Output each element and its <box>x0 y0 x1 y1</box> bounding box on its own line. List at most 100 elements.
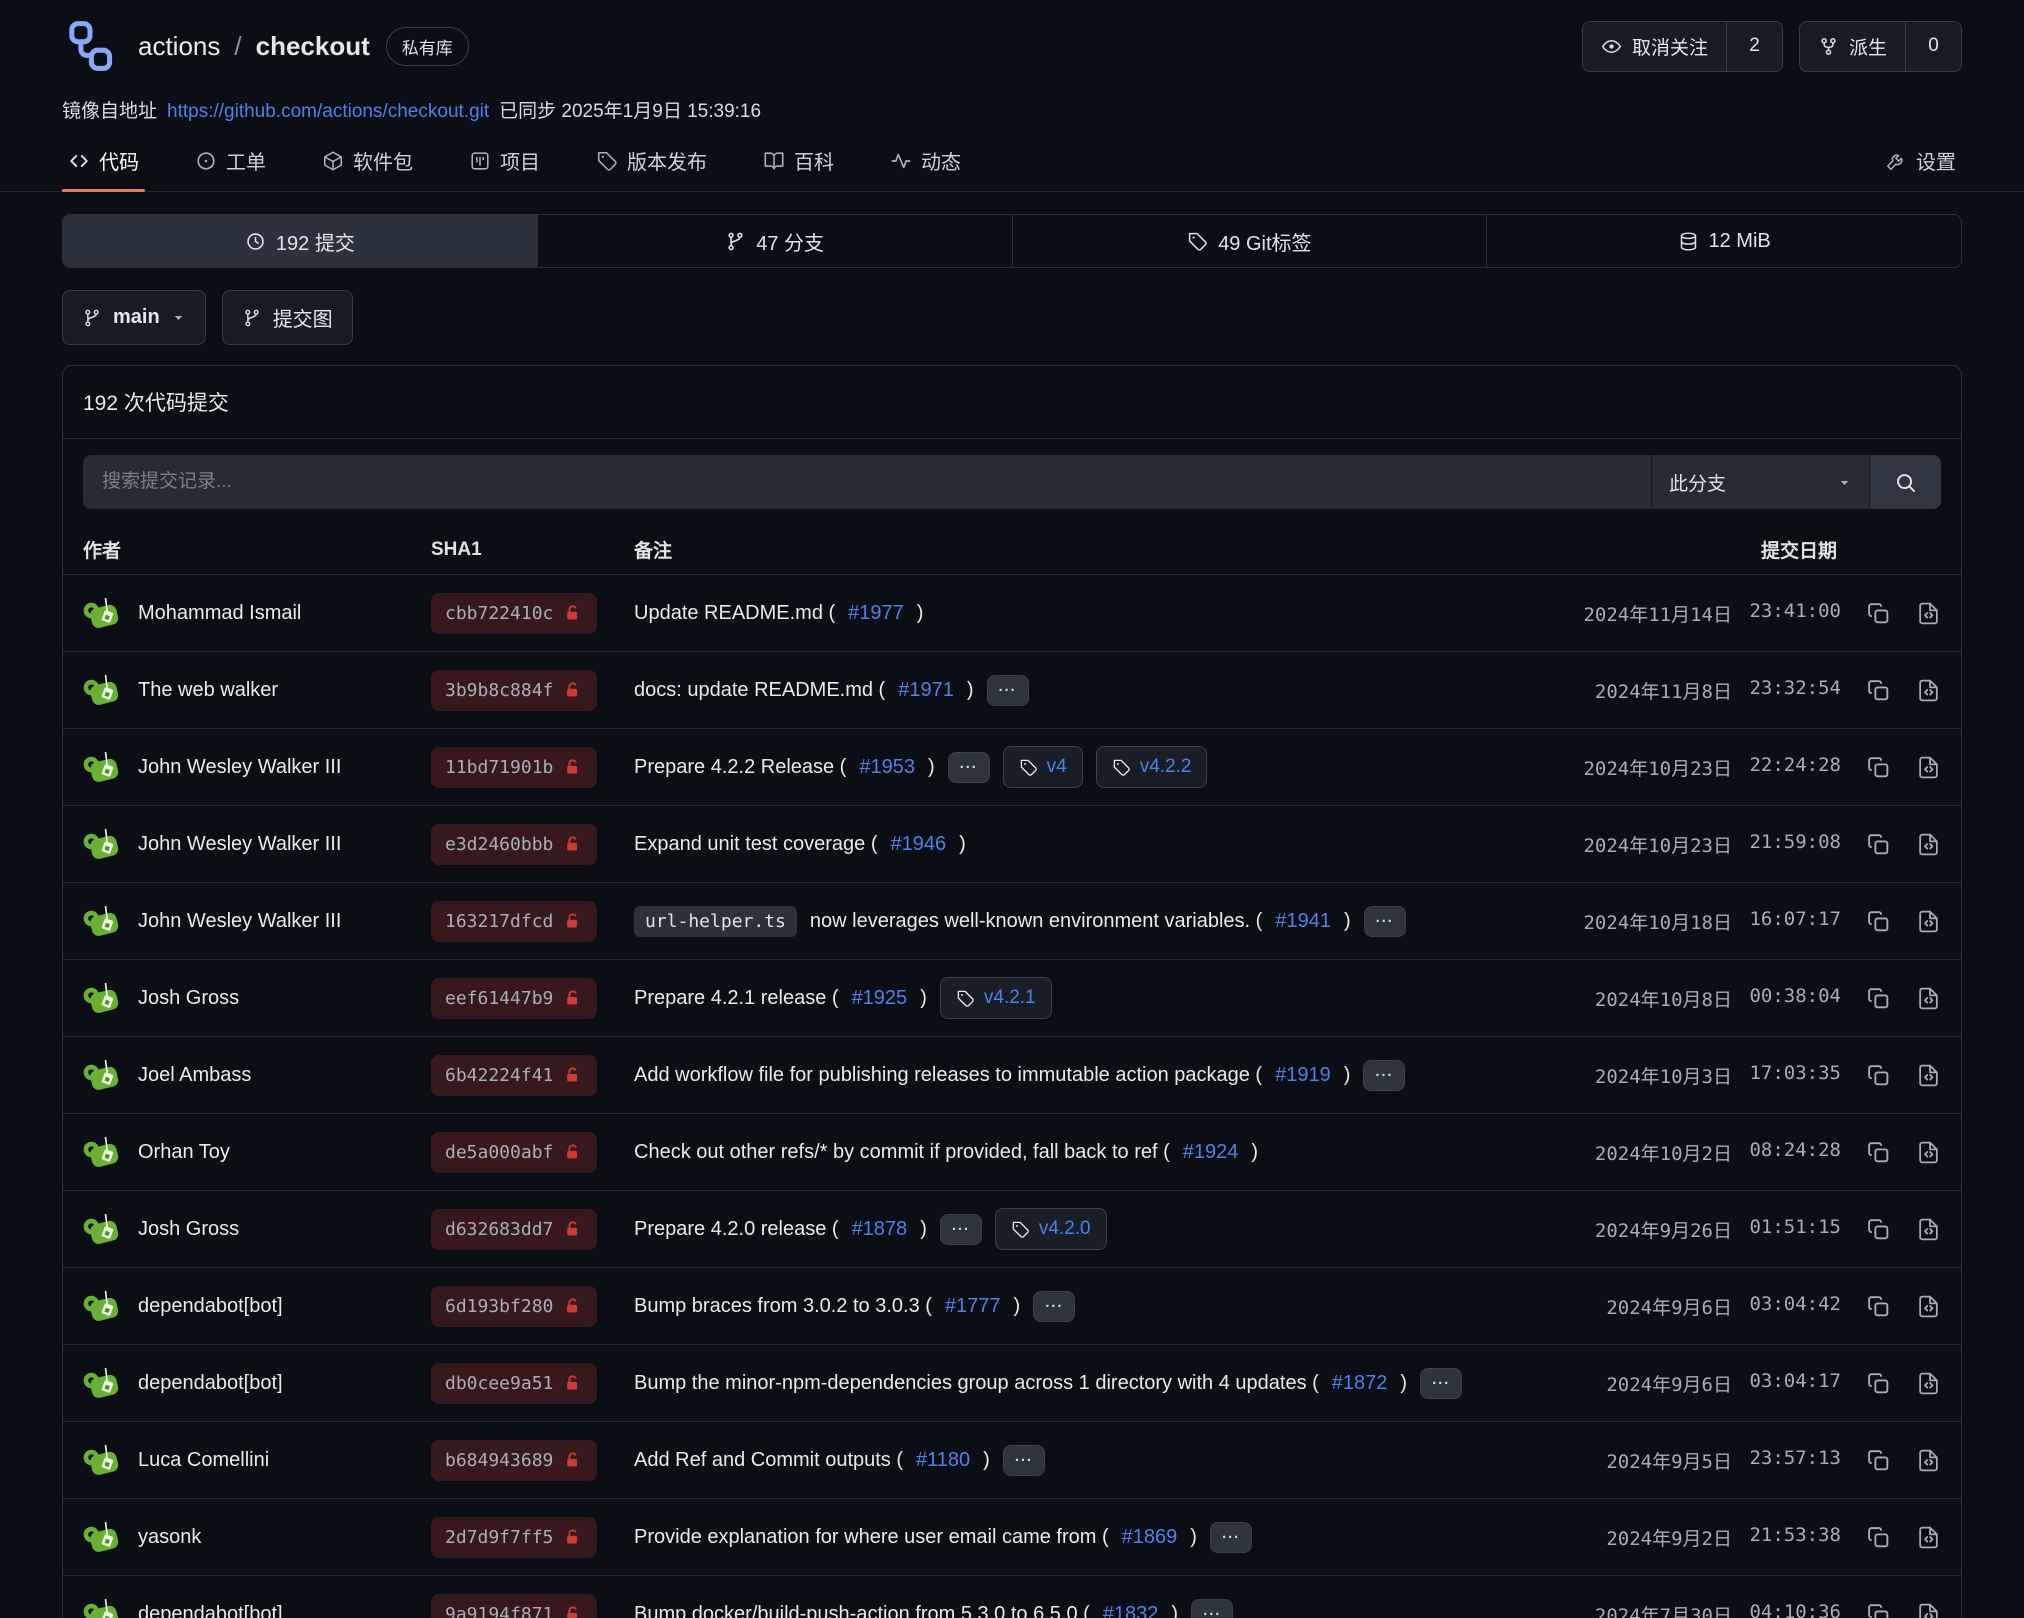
copy-sha-button[interactable] <box>1866 1294 1891 1319</box>
forks-count[interactable]: 0 <box>1905 22 1961 71</box>
browse-source-button[interactable] <box>1916 909 1941 934</box>
sha-badge[interactable]: 6b42224f41 <box>431 1055 597 1096</box>
commit-expand-button[interactable]: ··· <box>1003 1445 1045 1476</box>
commit-expand-button[interactable]: ··· <box>987 675 1029 706</box>
issue-link[interactable]: #1925 <box>852 987 908 1010</box>
commit-row-actions: 2024年10月23日22:24:28 <box>1523 754 1941 781</box>
commit-graph-button[interactable]: 提交图 <box>222 290 353 345</box>
copy-sha-button[interactable] <box>1866 986 1891 1011</box>
tab-activity[interactable]: 动态 <box>884 133 967 191</box>
sha-badge[interactable]: 163217dfcd <box>431 901 597 942</box>
issue-link[interactable]: #1777 <box>945 1295 1001 1318</box>
commit-expand-button[interactable]: ··· <box>948 752 990 783</box>
commit-expand-button[interactable]: ··· <box>1033 1291 1075 1322</box>
copy-sha-button[interactable] <box>1866 1217 1891 1242</box>
copy-sha-button[interactable] <box>1866 755 1891 780</box>
copy-sha-button[interactable] <box>1866 832 1891 857</box>
commit-expand-button[interactable]: ··· <box>1210 1522 1252 1553</box>
summary-tags[interactable]: 49 Git标签 <box>1012 215 1487 267</box>
unwatch-button[interactable]: 取消关注 2 <box>1582 21 1783 72</box>
issue-link[interactable]: #1924 <box>1183 1141 1239 1164</box>
copy-sha-button[interactable] <box>1866 1140 1891 1165</box>
issue-link[interactable]: #1832 <box>1103 1603 1159 1618</box>
browse-source-button[interactable] <box>1916 755 1941 780</box>
copy-sha-button[interactable] <box>1866 601 1891 626</box>
message-text: ) <box>1014 1295 1021 1318</box>
tab-issues[interactable]: 工单 <box>189 133 272 191</box>
sha-badge[interactable]: 3b9b8c884f <box>431 670 597 711</box>
sha-badge[interactable]: eef61447b9 <box>431 978 597 1019</box>
tab-settings[interactable]: 设置 <box>1879 133 1962 191</box>
issue-link[interactable]: #1941 <box>1275 910 1331 933</box>
sha-badge[interactable]: 9a9194f871 <box>431 1594 597 1618</box>
issue-link[interactable]: #1953 <box>859 756 915 779</box>
sha-badge[interactable]: 6d193bf280 <box>431 1286 597 1327</box>
tag-chip[interactable]: v4.2.1 <box>940 977 1052 1019</box>
tab-projects[interactable]: 项目 <box>463 133 546 191</box>
issue-link[interactable]: #1971 <box>898 679 954 702</box>
sha-badge[interactable]: e3d2460bbb <box>431 824 597 865</box>
sha-badge[interactable]: b684943689 <box>431 1440 597 1481</box>
sha-badge[interactable]: 11bd71901b <box>431 747 597 788</box>
commit-expand-button[interactable]: ··· <box>1420 1368 1462 1399</box>
branch-selector[interactable]: main <box>62 290 206 345</box>
commit-search-input[interactable] <box>83 455 1651 509</box>
issue-link[interactable]: #1869 <box>1122 1526 1178 1549</box>
browse-source-button[interactable] <box>1916 1217 1941 1242</box>
watchers-count[interactable]: 2 <box>1726 22 1782 71</box>
browse-source-button[interactable] <box>1916 832 1941 857</box>
copy-sha-button[interactable] <box>1866 1448 1891 1473</box>
tag-chip[interactable]: v4.2.0 <box>995 1208 1107 1250</box>
issue-link[interactable]: #1919 <box>1275 1064 1331 1087</box>
summary-size[interactable]: 12 MiB <box>1486 215 1961 267</box>
author-name: John Wesley Walker III <box>138 833 341 856</box>
tab-wiki[interactable]: 百科 <box>757 133 840 191</box>
copy-sha-button[interactable] <box>1866 1063 1891 1088</box>
issue-link[interactable]: #1977 <box>848 602 904 625</box>
summary-branches[interactable]: 47 分支 <box>537 215 1012 267</box>
search-scope-dropdown[interactable]: 此分支 <box>1651 455 1869 509</box>
browse-source-button[interactable] <box>1916 1063 1941 1088</box>
author-name: dependabot[bot] <box>138 1603 283 1618</box>
browse-source-button[interactable] <box>1916 1525 1941 1550</box>
issue-link[interactable]: #1946 <box>890 833 946 856</box>
browse-source-button[interactable] <box>1916 1294 1941 1319</box>
copy-sha-button[interactable] <box>1866 678 1891 703</box>
sha-badge[interactable]: db0cee9a51 <box>431 1363 597 1404</box>
copy-sha-button[interactable] <box>1866 1371 1891 1396</box>
repo-name-link[interactable]: checkout <box>256 31 370 62</box>
sha-badge[interactable]: cbb722410c <box>431 593 597 634</box>
browse-source-button[interactable] <box>1916 1448 1941 1473</box>
site-logo-icon[interactable] <box>62 18 118 74</box>
repo-owner-link[interactable]: actions <box>138 31 220 62</box>
search-button[interactable] <box>1869 455 1941 509</box>
tab-releases[interactable]: 版本发布 <box>590 133 713 191</box>
tab-code[interactable]: 代码 <box>62 133 145 191</box>
sha-badge[interactable]: de5a000abf <box>431 1132 597 1173</box>
sha-badge[interactable]: 2d7d9f7ff5 <box>431 1517 597 1558</box>
fork-button[interactable]: 派生 0 <box>1799 21 1962 72</box>
copy-sha-button[interactable] <box>1866 1602 1891 1618</box>
mirror-url-link[interactable]: https://github.com/actions/checkout.git <box>167 101 489 123</box>
issue-link[interactable]: #1878 <box>852 1218 908 1241</box>
tab-packages[interactable]: 软件包 <box>316 133 419 191</box>
browse-source-button[interactable] <box>1916 986 1941 1011</box>
commit-expand-button[interactable]: ··· <box>1191 1599 1233 1618</box>
summary-commits[interactable]: 192 提交 <box>63 215 537 267</box>
browse-source-button[interactable] <box>1916 601 1941 626</box>
commit-expand-button[interactable]: ··· <box>1364 906 1406 937</box>
commit-expand-button[interactable]: ··· <box>940 1214 982 1245</box>
browse-source-button[interactable] <box>1916 678 1941 703</box>
tag-chip[interactable]: v4 <box>1003 746 1083 788</box>
commit-expand-button[interactable]: ··· <box>1363 1060 1405 1091</box>
browse-source-button[interactable] <box>1916 1602 1941 1618</box>
sha-badge[interactable]: d632683dd7 <box>431 1209 597 1250</box>
browse-source-button[interactable] <box>1916 1140 1941 1165</box>
tag-chip[interactable]: v4.2.2 <box>1096 746 1208 788</box>
copy-sha-button[interactable] <box>1866 909 1891 934</box>
copy-sha-button[interactable] <box>1866 1525 1891 1550</box>
issue-link[interactable]: #1180 <box>916 1449 970 1472</box>
browse-source-button[interactable] <box>1916 1371 1941 1396</box>
issue-link[interactable]: #1872 <box>1332 1372 1388 1395</box>
tag-icon <box>1011 1220 1030 1239</box>
